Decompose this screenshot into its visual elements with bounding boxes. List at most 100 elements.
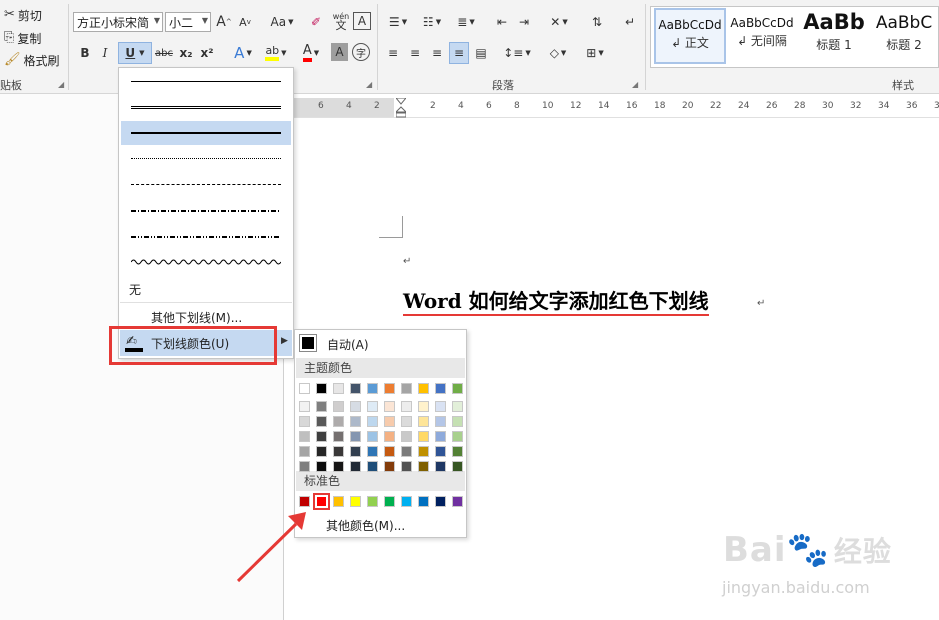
theme-shade-swatch[interactable] [418,461,429,472]
theme-shade-swatch[interactable] [350,461,361,472]
underline-dotted[interactable] [121,147,291,171]
theme-shade-swatch[interactable] [401,461,412,472]
theme-shade-swatch[interactable] [401,416,412,427]
underline-button[interactable]: U ▼ [118,42,152,64]
theme-shade-swatch[interactable] [384,416,395,427]
theme-shade-swatch[interactable] [350,431,361,442]
theme-color-swatch[interactable] [316,383,327,394]
theme-shade-swatch[interactable] [367,416,378,427]
theme-color-swatch[interactable] [333,383,344,394]
theme-color-swatch[interactable] [435,383,446,394]
standard-color-swatch[interactable] [367,496,378,507]
theme-shade-swatch[interactable] [350,446,361,457]
theme-shade-swatch[interactable] [401,431,412,442]
theme-shade-swatch[interactable] [435,461,446,472]
highlight-button[interactable]: ab ▼ [261,42,291,64]
standard-color-swatch[interactable] [452,496,463,507]
auto-color-swatch[interactable] [299,334,317,352]
theme-shade-swatch[interactable] [333,416,344,427]
font-name-combo[interactable]: 方正小标宋简 ▼ [73,12,163,32]
numbering-button[interactable]: ☷ ▼ [417,11,447,33]
standard-color-swatch[interactable] [401,496,412,507]
theme-color-swatch[interactable] [418,383,429,394]
change-case-button[interactable]: Aa ▼ [266,11,298,33]
theme-shade-swatch[interactable] [350,416,361,427]
sort-button[interactable]: ⇅ [587,11,607,33]
theme-shade-swatch[interactable] [299,461,310,472]
theme-shade-swatch[interactable] [367,431,378,442]
theme-color-swatch[interactable] [401,383,412,394]
theme-shade-swatch[interactable] [316,401,327,412]
copy-button[interactable]: ⎘ 复制 [4,29,41,47]
standard-color-swatch[interactable] [384,496,395,507]
justify-button[interactable]: ≡ [449,42,469,64]
clear-format-button[interactable]: ✐ [306,11,326,33]
theme-shade-swatch[interactable] [333,401,344,412]
theme-shade-swatch[interactable] [384,461,395,472]
underline-dashed[interactable] [121,173,291,197]
theme-shade-swatch[interactable] [333,461,344,472]
theme-shade-swatch[interactable] [350,401,361,412]
bold-button[interactable]: B [76,42,94,64]
bullets-button[interactable]: ☰ ▼ [383,11,413,33]
theme-color-swatch[interactable] [384,383,395,394]
theme-shade-swatch[interactable] [418,401,429,412]
grow-font-button[interactable]: A ^ [215,11,233,33]
shrink-font-button[interactable]: Av [236,11,254,33]
enclose-char-button[interactable]: 字 [352,43,370,61]
strikethrough-button[interactable]: abc [154,42,174,64]
theme-shade-swatch[interactable] [367,446,378,457]
underline-dot-dot-dash[interactable] [121,225,291,249]
theme-color-swatch[interactable] [350,383,361,394]
subscript-button[interactable]: x₂ [176,42,196,64]
style-normal[interactable]: AaBbCcDd ↲ 正文 [654,8,726,64]
style-heading-1[interactable]: AaBb 标题 1 [798,8,870,64]
theme-shade-swatch[interactable] [435,416,446,427]
theme-shade-swatch[interactable] [401,446,412,457]
theme-color-swatch[interactable] [367,383,378,394]
theme-shade-swatch[interactable] [333,431,344,442]
theme-shade-swatch[interactable] [299,446,310,457]
theme-shade-swatch[interactable] [452,461,463,472]
theme-shade-swatch[interactable] [435,446,446,457]
align-center-button[interactable]: ≡ [405,42,425,64]
font-launcher-icon[interactable]: ◢ [366,80,372,89]
standard-color-swatch[interactable] [418,496,429,507]
underline-thick[interactable] [121,121,291,145]
align-right-button[interactable]: ≡ [427,42,447,64]
superscript-button[interactable]: x² [197,42,217,64]
theme-shade-swatch[interactable] [418,416,429,427]
theme-shade-swatch[interactable] [384,446,395,457]
theme-shade-swatch[interactable] [299,416,310,427]
format-painter-button[interactable]: 🖌 格式刷 [4,51,60,69]
horizontal-ruler[interactable]: 6422468101214161820222426283032343638 [284,97,939,118]
theme-shade-swatch[interactable] [452,416,463,427]
underline-none[interactable]: 无 [129,281,141,298]
theme-shade-swatch[interactable] [452,446,463,457]
underline-dot-dash[interactable] [121,199,291,223]
standard-color-swatch[interactable] [350,496,361,507]
clipboard-launcher-icon[interactable]: ◢ [58,80,64,89]
italic-button[interactable]: I [96,42,114,64]
underline-single[interactable] [121,70,291,94]
show-marks-button[interactable]: ↵ [620,11,640,33]
theme-shade-swatch[interactable] [384,401,395,412]
char-border-button[interactable]: A [353,12,371,30]
font-color-button[interactable]: A ▼ [296,42,326,64]
theme-shade-swatch[interactable] [316,416,327,427]
theme-color-swatch[interactable] [299,383,310,394]
theme-shade-swatch[interactable] [384,431,395,442]
auto-color-item[interactable]: 自动(A) [327,336,369,353]
standard-color-swatch[interactable] [435,496,446,507]
char-shading-button[interactable]: A [331,43,348,61]
theme-shade-swatch[interactable] [316,461,327,472]
theme-shade-swatch[interactable] [418,446,429,457]
theme-shade-swatch[interactable] [435,401,446,412]
theme-shade-swatch[interactable] [316,431,327,442]
theme-shade-swatch[interactable] [418,431,429,442]
align-left-button[interactable]: ≡ [383,42,403,64]
theme-shade-swatch[interactable] [299,431,310,442]
borders-button[interactable]: ⊞ ▼ [580,42,610,64]
theme-shade-swatch[interactable] [367,461,378,472]
underline-double[interactable] [121,95,291,119]
